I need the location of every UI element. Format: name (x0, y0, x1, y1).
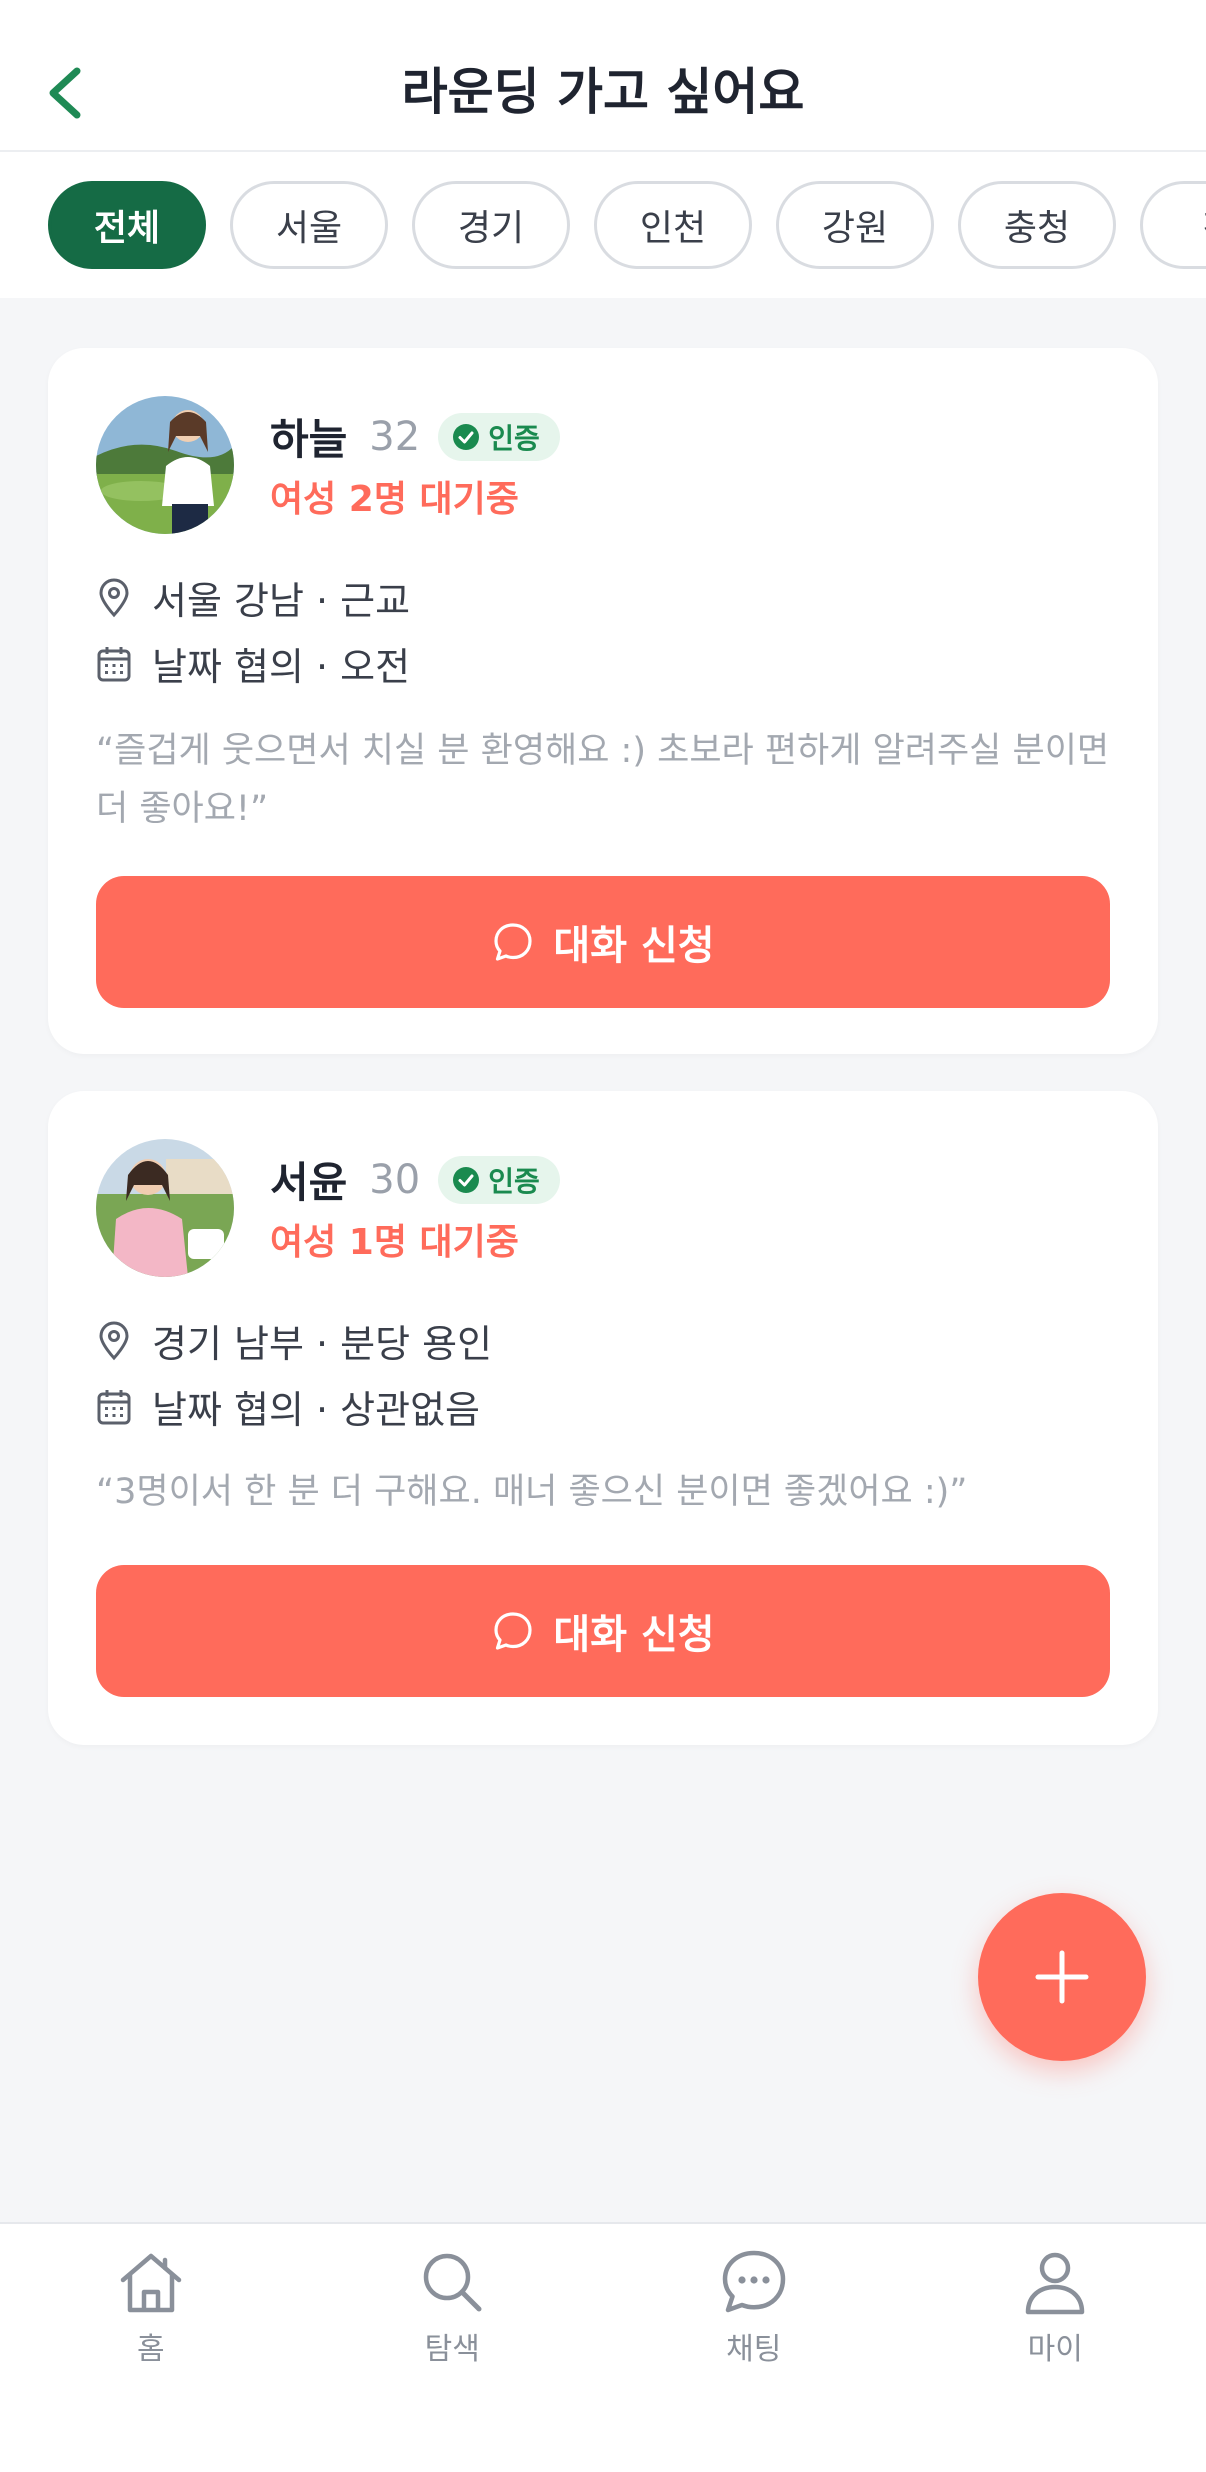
user-name: 서윤 (270, 1158, 348, 1207)
post-card[interactable]: 서윤 30 인증 여성 1명 대기중 경기 남부 · 분당 용인 날짜 협의 ·… (48, 1091, 1158, 1745)
location-row: 서울 강남 · 근교 (96, 570, 410, 625)
filter-chip-partial[interactable]: 전 (1140, 181, 1206, 269)
check-circle-icon (453, 1166, 480, 1193)
schedule-row: 날짜 협의 · 오전 (96, 636, 410, 691)
create-post-button[interactable] (978, 1893, 1146, 2061)
post-memo: “3명이서 한 분 더 구해요. 매너 좋으신 분이면 좋겠어요 :)” (96, 1472, 968, 1512)
calendar-icon (97, 1389, 131, 1424)
person-icon (1026, 2252, 1085, 2315)
waiting-status: 여성 1명 대기중 (270, 1222, 519, 1263)
filter-chip-gyeonggi[interactable]: 경기 (412, 181, 570, 269)
chat-request-label: 대화 신청 (553, 923, 715, 969)
nav-search-label: 탐색 (424, 2332, 480, 2367)
search-icon (424, 2253, 482, 2312)
profile-header: 서윤 30 인증 (270, 1149, 560, 1210)
location-row: 경기 남부 · 분당 용인 (96, 1313, 492, 1368)
chat-bubble-icon (494, 923, 533, 961)
chat-request-button[interactable]: 대화 신청 (96, 1565, 1110, 1697)
verified-badge: 인증 (438, 1155, 560, 1204)
schedule-text: 날짜 협의 · 상관없음 (152, 1388, 480, 1432)
waiting-status: 여성 2명 대기중 (270, 479, 519, 520)
plus-icon (1035, 1950, 1089, 2004)
user-age: 30 (369, 1156, 421, 1203)
calendar-icon (97, 646, 131, 681)
filter-chip-incheon[interactable]: 인천 (594, 181, 752, 269)
filter-chip-gangwon[interactable]: 강원 (776, 181, 934, 269)
user-name: 하늘 (270, 415, 348, 464)
nav-home[interactable]: 홈 (61, 2246, 241, 2472)
profile-header: 하늘 32 인증 (270, 406, 560, 467)
bottom-navigation: 홈 탐색 채팅 마이 (0, 2222, 1206, 2472)
home-icon (120, 2253, 181, 2313)
avatar[interactable] (96, 396, 234, 534)
verified-label: 인증 (488, 1164, 540, 1198)
nav-my-label: 마이 (1027, 2332, 1083, 2367)
chat-bubble-icon (494, 1612, 533, 1650)
chat-request-button[interactable]: 대화 신청 (96, 876, 1110, 1008)
nav-chat-label: 채팅 (726, 2332, 782, 2367)
nav-chat[interactable]: 채팅 (664, 2246, 844, 2472)
location-pin-icon (99, 1321, 129, 1360)
verified-badge: 인증 (438, 412, 560, 461)
post-memo: “즐겁게 웃으면서 치실 분 환영해요 :) 초보라 편하게 알려주실 분이면 … (96, 731, 1110, 829)
chat-icon (722, 2250, 785, 2313)
schedule-row: 날짜 협의 · 상관없음 (96, 1379, 480, 1434)
location-text: 경기 남부 · 분당 용인 (152, 1322, 493, 1366)
filter-chip-all[interactable]: 전체 (48, 181, 206, 269)
region-filter-bar: 전체 서울 경기 인천 강원 충청 전 (0, 152, 1206, 298)
avatar[interactable] (96, 1139, 234, 1277)
location-pin-icon (99, 578, 129, 617)
post-card[interactable]: 하늘 32 인증 여성 2명 대기중 서울 강남 · 근교 날짜 협의 · 오전… (48, 348, 1158, 1054)
nav-my[interactable]: 마이 (965, 2246, 1145, 2472)
filter-chip-chungcheong[interactable]: 충청 (958, 181, 1116, 269)
app-header: 라운딩 가고 싶어요 (0, 0, 1206, 152)
verified-label: 인증 (488, 421, 540, 455)
nav-home-label: 홈 (136, 2332, 165, 2367)
chat-request-label: 대화 신청 (553, 1612, 715, 1658)
filter-chip-seoul[interactable]: 서울 (230, 181, 388, 269)
page-title: 라운딩 가고 싶어요 (401, 63, 805, 121)
location-text: 서울 강남 · 근교 (152, 579, 411, 623)
user-age: 32 (369, 413, 421, 460)
nav-search[interactable]: 탐색 (362, 2246, 542, 2472)
schedule-text: 날짜 협의 · 오전 (152, 645, 411, 689)
check-circle-icon (453, 423, 480, 450)
